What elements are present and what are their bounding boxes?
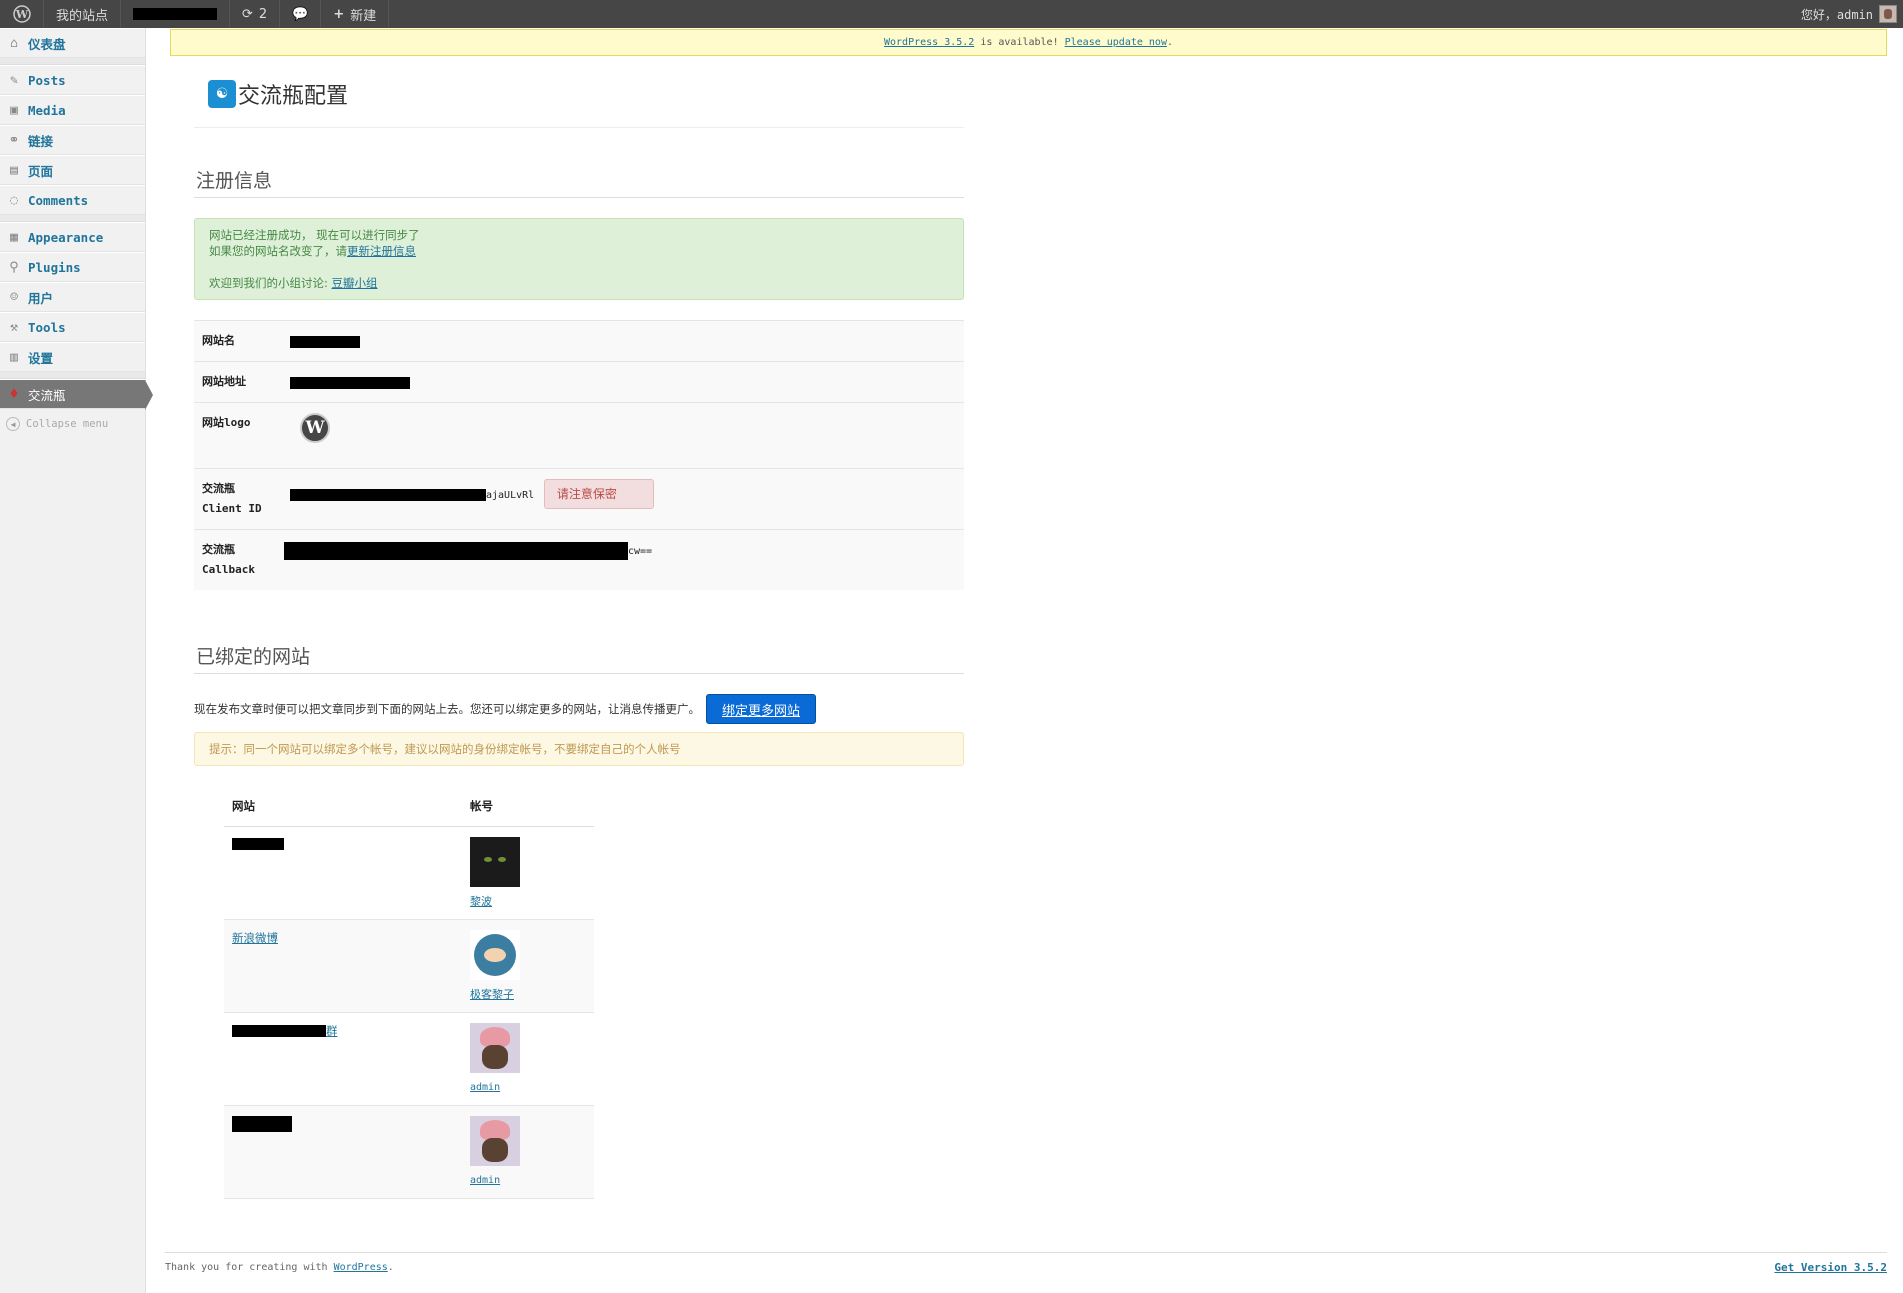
- menu-users[interactable]: ☺ 用户: [0, 282, 145, 312]
- keep-secret-warning: 请注意保密: [543, 479, 654, 509]
- account-link[interactable]: admin: [470, 1175, 500, 1186]
- menu-settings[interactable]: ▥ 设置: [0, 342, 145, 372]
- menu-separator: [0, 58, 145, 65]
- footer-thanks: Thank you for creating with WordPress.: [165, 1262, 394, 1273]
- menu-tools[interactable]: ⚒ Tools: [0, 312, 145, 342]
- account-link[interactable]: admin: [470, 1082, 500, 1093]
- callback-row: 交流瓶 Callback cw==: [194, 529, 964, 590]
- page-header: ☯ 交流瓶配置: [194, 60, 964, 128]
- bound-sites-table: 网站 帐号 黎波 新浪微博 极客黎子 群 admin admin: [224, 786, 594, 1199]
- admin-bar: W 我的站点 ⟳ 2 💬 + 新建 您好，admin: [0, 0, 1903, 28]
- account-avatar: [470, 1022, 520, 1073]
- update-registration-link[interactable]: 更新注册信息: [347, 244, 416, 258]
- dashboard-icon: ⌂: [10, 35, 18, 51]
- link-icon: ⚭: [8, 132, 20, 148]
- redacted-site-link[interactable]: [232, 1115, 292, 1132]
- redacted-callback: [284, 541, 628, 560]
- col-account: 帐号: [462, 786, 594, 827]
- media-icon: ▣: [10, 102, 18, 118]
- account-link[interactable]: 黎波: [470, 895, 492, 908]
- get-version-link[interactable]: Get Version 3.5.2: [1774, 1261, 1887, 1274]
- menu-pages[interactable]: ▤ 页面: [0, 155, 145, 185]
- col-site: 网站: [224, 786, 462, 827]
- bottle-logo-icon: ☯: [208, 79, 236, 108]
- appearance-icon: ▦: [10, 229, 18, 245]
- douban-group-link[interactable]: 豆瓣小组: [332, 276, 378, 290]
- comment-bubble-icon: 💬: [292, 6, 309, 22]
- site-name-menu[interactable]: [121, 0, 231, 28]
- page-icon: ▤: [10, 162, 18, 178]
- bound-sites-heading: 已绑定的网站: [194, 638, 964, 674]
- my-sites-menu[interactable]: 我的站点: [44, 0, 122, 28]
- site-logo-row: 网站logo W: [194, 402, 964, 469]
- update-notice: WordPress 3.5.2 is available! Please upd…: [170, 29, 1887, 56]
- wordpress-logo-icon[interactable]: W: [0, 0, 44, 28]
- settings-icon: ▥: [10, 349, 18, 365]
- collapse-arrow-icon: ◀: [6, 417, 20, 431]
- redacted-site-url: [290, 376, 410, 389]
- bottle-icon: ♦: [8, 386, 20, 402]
- site-link[interactable]: 新浪微博: [232, 931, 278, 945]
- bound-description: 现在发布文章时便可以把文章同步到下面的网站上去。您还可以绑定更多的网站，让消息传…: [194, 694, 964, 724]
- refresh-icon: ⟳: [242, 6, 253, 22]
- table-row: 新浪微博 极客黎子: [224, 919, 594, 1013]
- table-row: 群 admin: [224, 1012, 594, 1106]
- tip-message: 提示：同一个网站可以绑定多个帐号，建议以网站的身份绑定帐号，不要绑定自己的个人帐…: [194, 732, 964, 766]
- comments-menu[interactable]: 💬: [280, 0, 322, 28]
- site-url-row: 网站地址: [194, 361, 964, 403]
- user-avatar: [1879, 5, 1897, 23]
- tools-icon: ⚒: [10, 319, 18, 335]
- menu-media[interactable]: ▣ Media: [0, 95, 145, 125]
- new-content-menu[interactable]: + 新建: [321, 0, 390, 28]
- menu-bottle[interactable]: ♦ 交流瓶: [0, 379, 153, 410]
- site-name-row: 网站名: [194, 320, 964, 362]
- registration-info-table: 网站名 网站地址 网站logo W 交流瓶 Client ID ajaULvRl …: [194, 320, 964, 590]
- register-heading: 注册信息: [194, 162, 964, 198]
- menu-separator: [0, 372, 145, 379]
- svg-text:W: W: [14, 8, 28, 21]
- pin-icon: ✎: [10, 72, 18, 88]
- redacted-client-id: [290, 488, 486, 501]
- updates-menu[interactable]: ⟳ 2: [230, 0, 281, 28]
- bind-more-sites-button[interactable]: 绑定更多网站: [706, 694, 816, 724]
- menu-dashboard[interactable]: ⌂ 仪表盘: [0, 28, 145, 58]
- page-title: 交流瓶配置: [238, 83, 349, 109]
- my-account-menu[interactable]: 您好，admin: [1801, 5, 1903, 23]
- redacted-site-link: [232, 1025, 326, 1037]
- account-link[interactable]: 极客黎子: [470, 988, 514, 1001]
- wordpress-version-link[interactable]: WordPress 3.5.2: [884, 37, 974, 48]
- account-avatar: [470, 929, 520, 980]
- plus-icon: +: [333, 6, 345, 22]
- client-id-row: 交流瓶 Client ID ajaULvRl 请注意保密: [194, 468, 964, 530]
- menu-posts[interactable]: ✎ Posts: [0, 65, 145, 95]
- menu-separator: [0, 215, 145, 222]
- success-message: 网站已经注册成功， 现在可以进行同步了 如果您的网站名改变了，请更新注册信息 欢…: [194, 218, 964, 300]
- menu-plugins[interactable]: ⚲ Plugins: [0, 252, 145, 282]
- redacted-site-link[interactable]: [232, 838, 284, 850]
- redacted-site-name: [133, 8, 218, 20]
- plugin-icon: ⚲: [9, 259, 19, 275]
- menu-links[interactable]: ⚭ 链接: [0, 125, 145, 155]
- table-row: 黎波: [224, 826, 594, 920]
- account-avatar: [470, 1115, 520, 1166]
- wordpress-link[interactable]: WordPress: [334, 1262, 388, 1273]
- account-avatar: [470, 836, 520, 887]
- menu-comments[interactable]: ◌ Comments: [0, 185, 145, 215]
- site-link[interactable]: 群: [326, 1024, 338, 1038]
- update-now-link[interactable]: Please update now: [1065, 37, 1167, 48]
- redacted-site-name: [290, 335, 360, 348]
- site-logo-image: W: [300, 413, 330, 443]
- footer: Thank you for creating with WordPress. G…: [165, 1252, 1887, 1282]
- admin-sidebar: ⌂ 仪表盘 ✎ Posts ▣ Media ⚭ 链接 ▤ 页面 ◌ Comments ▦ Ap…: [0, 28, 153, 1293]
- collapse-menu-button[interactable]: ◀ Collapse menu: [0, 409, 145, 439]
- main-content: ☯ 交流瓶配置 注册信息 网站已经注册成功， 现在可以进行同步了 如果您的网站名…: [194, 60, 964, 1199]
- users-icon: ☺: [10, 289, 18, 305]
- comment-icon: ◌: [10, 192, 18, 208]
- menu-appearance[interactable]: ▦ Appearance: [0, 222, 145, 252]
- table-row: admin: [224, 1105, 594, 1199]
